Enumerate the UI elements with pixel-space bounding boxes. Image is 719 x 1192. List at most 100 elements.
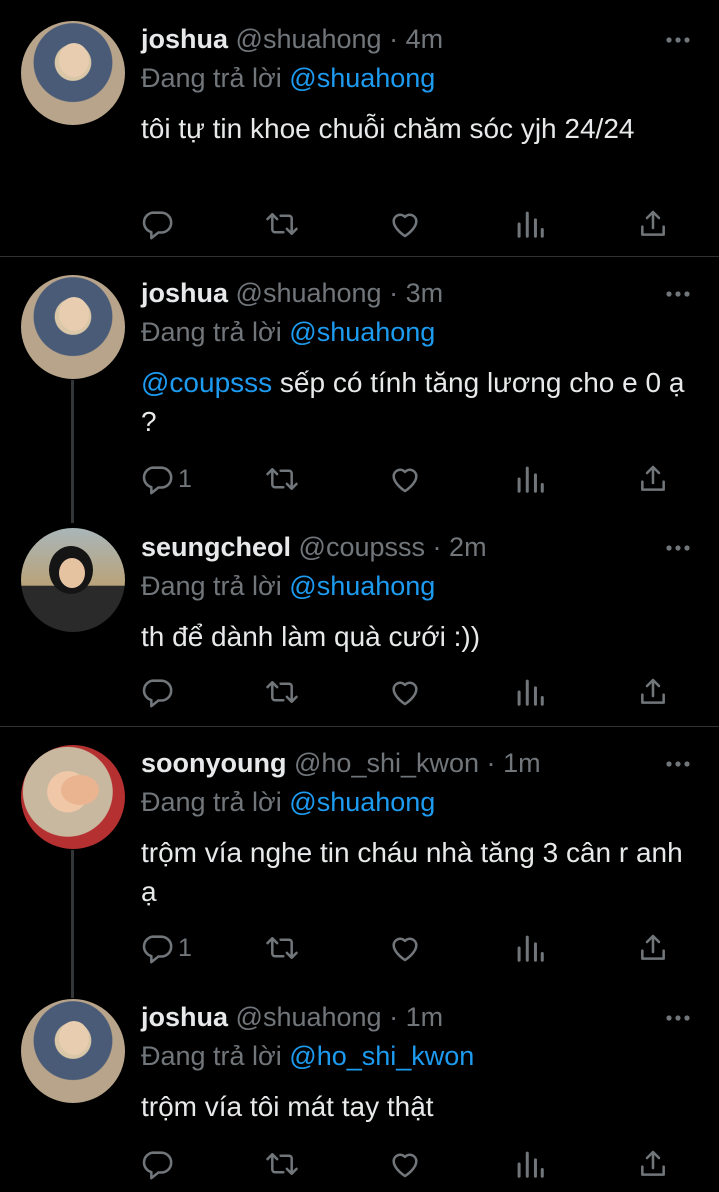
replying-to-link[interactable]: @ho_shi_kwon xyxy=(289,1041,474,1071)
separator-dot: · xyxy=(389,278,399,308)
replying-to-link[interactable]: @shuahong xyxy=(289,571,435,601)
tweet-actions xyxy=(140,674,680,710)
retweet-button[interactable] xyxy=(264,461,300,497)
replying-to-label: Đang trả lời xyxy=(141,571,282,601)
avatar[interactable] xyxy=(21,745,125,849)
views-button[interactable] xyxy=(515,206,545,242)
views-button[interactable] xyxy=(515,930,545,966)
timestamp[interactable]: 4m xyxy=(406,24,444,54)
timestamp[interactable]: 2m xyxy=(449,532,487,562)
share-icon xyxy=(641,1150,665,1176)
like-icon xyxy=(392,937,418,962)
retweet-icon xyxy=(266,681,298,703)
user-handle[interactable]: @shuahong xyxy=(236,1002,382,1032)
share-button[interactable] xyxy=(637,930,669,966)
reply-button[interactable]: 1 xyxy=(140,461,192,497)
display-name[interactable]: soonyoung xyxy=(141,748,286,778)
tweet-header: seungcheol @coupsss · 2m xyxy=(141,530,487,564)
retweet-button[interactable] xyxy=(264,674,300,710)
user-handle[interactable]: @ho_shi_kwon xyxy=(294,748,479,778)
more-icon[interactable] xyxy=(664,538,692,558)
avatar[interactable] xyxy=(21,21,125,125)
timestamp[interactable]: 3m xyxy=(406,278,444,308)
avatar[interactable] xyxy=(21,528,125,632)
tweet[interactable]: joshua @shuahong · 1m Đang trả lời @ho_s… xyxy=(0,995,719,1192)
tweet-actions: 1 xyxy=(140,461,680,497)
more-icon[interactable] xyxy=(664,284,692,304)
like-button[interactable] xyxy=(388,674,422,710)
replying-to-label: Đang trả lời xyxy=(141,317,282,347)
replying-to-label: Đang trả lời xyxy=(141,63,282,93)
tweet-text: @coupsss sếp có tính tăng lương cho e 0 … xyxy=(141,363,701,441)
retweet-icon xyxy=(266,468,298,490)
share-button[interactable] xyxy=(637,206,669,242)
like-icon xyxy=(392,468,418,493)
display-name[interactable]: joshua xyxy=(141,24,228,54)
reply-icon xyxy=(142,679,173,708)
like-button[interactable] xyxy=(388,1146,422,1182)
views-icon xyxy=(517,1151,544,1178)
tweet-text: trộm vía tôi mát tay thật xyxy=(141,1091,434,1122)
share-button[interactable] xyxy=(637,1146,669,1182)
reply-icon xyxy=(142,1151,173,1180)
tweet[interactable]: joshua @shuahong · 4m Đang trả lời @shua… xyxy=(0,0,719,256)
share-icon xyxy=(641,210,665,236)
reply-count: 1 xyxy=(178,464,192,493)
replying-to-link[interactable]: @shuahong xyxy=(289,63,435,93)
share-button[interactable] xyxy=(637,674,669,710)
more-icon[interactable] xyxy=(664,1008,692,1028)
tweet-text: trộm vía nghe tin cháu nhà tăng 3 cân r … xyxy=(141,837,683,907)
like-button[interactable] xyxy=(388,930,422,966)
display-name[interactable]: joshua xyxy=(141,1002,228,1032)
display-name[interactable]: seungcheol xyxy=(141,532,291,562)
replying-to: Đang trả lời @ho_shi_kwon xyxy=(141,1039,474,1073)
timestamp[interactable]: 1m xyxy=(503,748,541,778)
separator-dot: · xyxy=(389,24,399,54)
tweet-header: soonyoung @ho_shi_kwon · 1m xyxy=(141,746,541,780)
retweet-button[interactable] xyxy=(264,1146,300,1182)
reply-count: 1 xyxy=(178,933,192,962)
retweet-button[interactable] xyxy=(264,206,300,242)
share-icon xyxy=(641,934,665,960)
views-button[interactable] xyxy=(515,461,545,497)
retweet-icon xyxy=(266,1153,298,1175)
views-button[interactable] xyxy=(515,1146,545,1182)
tweet-text: th để dành làm quà cưới :)) xyxy=(141,621,481,652)
user-handle[interactable]: @shuahong xyxy=(236,278,382,308)
like-icon xyxy=(392,213,418,238)
replying-to-link[interactable]: @shuahong xyxy=(289,787,435,817)
timestamp[interactable]: 1m xyxy=(406,1002,444,1032)
retweet-button[interactable] xyxy=(264,930,300,966)
views-button[interactable] xyxy=(515,674,545,710)
display-name[interactable]: joshua xyxy=(141,278,228,308)
reply-button[interactable] xyxy=(140,1146,174,1182)
tweet-header: joshua @shuahong · 4m xyxy=(141,22,443,56)
user-handle[interactable]: @coupsss xyxy=(299,532,425,562)
reply-icon xyxy=(142,935,173,964)
reply-button[interactable]: 1 xyxy=(140,930,192,966)
share-button[interactable] xyxy=(637,461,669,497)
replying-to: Đang trả lời @shuahong xyxy=(141,569,435,603)
like-button[interactable] xyxy=(388,206,422,242)
tweet[interactable]: seungcheol @coupsss · 2m Đang trả lời @s… xyxy=(0,524,719,726)
more-icon[interactable] xyxy=(664,30,692,50)
reply-icon xyxy=(142,211,173,240)
views-icon xyxy=(517,935,544,962)
tweet-text: tôi tự tin khoe chuỗi chăm sóc yjh 24/24 xyxy=(141,113,635,144)
replying-to-link[interactable]: @shuahong xyxy=(289,317,435,347)
replying-to: Đang trả lời @shuahong xyxy=(141,785,435,819)
avatar[interactable] xyxy=(21,999,125,1103)
tweet[interactable]: soonyoung @ho_shi_kwon · 1m Đang trả lời… xyxy=(0,727,719,995)
tweet[interactable]: joshua @shuahong · 3m Đang trả lời @shua… xyxy=(0,257,719,523)
user-handle[interactable]: @shuahong xyxy=(236,24,382,54)
mention-link[interactable]: @coupsss xyxy=(141,367,272,398)
views-icon xyxy=(517,466,544,493)
avatar[interactable] xyxy=(21,275,125,379)
more-icon[interactable] xyxy=(664,754,692,774)
tweet-actions xyxy=(140,1146,680,1182)
replying-to: Đang trả lời @shuahong xyxy=(141,315,435,349)
reply-button[interactable] xyxy=(140,674,174,710)
reply-button[interactable] xyxy=(140,206,174,242)
like-button[interactable] xyxy=(388,461,422,497)
replying-to: Đang trả lời @shuahong xyxy=(141,61,435,95)
